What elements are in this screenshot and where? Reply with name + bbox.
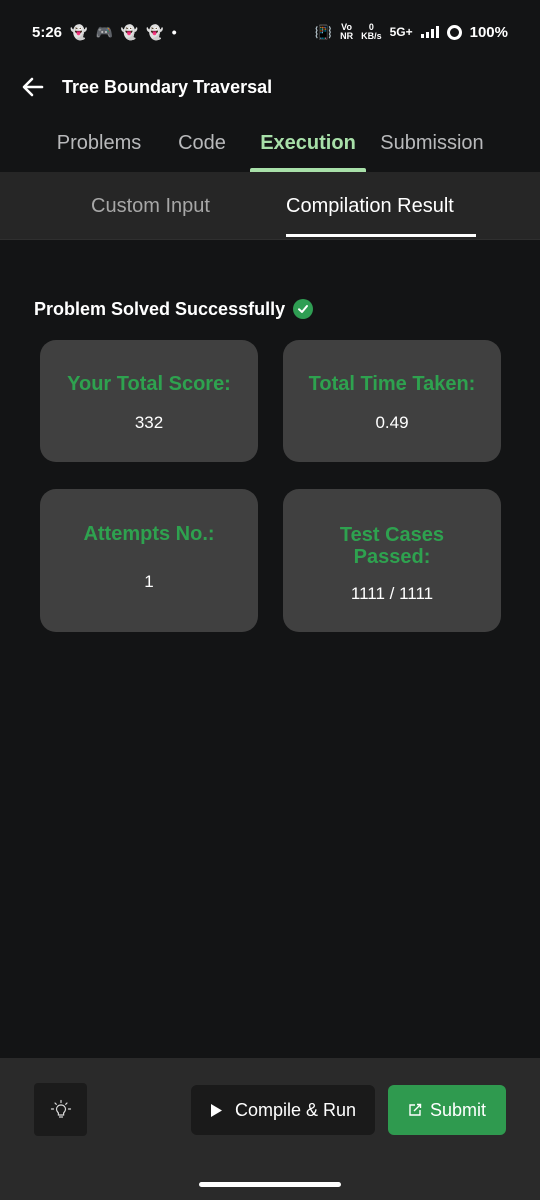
test-cases-card: Test Cases Passed: 1111 / 1111 (283, 489, 501, 632)
subtab-custom-input[interactable]: Custom Input (91, 172, 210, 240)
score-value: 332 (134, 413, 164, 432)
tab-code[interactable]: Code (172, 114, 232, 172)
app-header: Tree Boundary Traversal (0, 64, 540, 110)
back-arrow-icon[interactable] (20, 74, 46, 100)
play-icon (210, 1103, 222, 1117)
submit-button[interactable]: Submit (388, 1085, 506, 1135)
battery-icon (446, 24, 462, 40)
page-title: Tree Boundary Traversal (62, 76, 273, 97)
discord-notification-icon: 🎮 (95, 24, 113, 40)
status-bar: 5:26 👻 🎮 👻 👻 • 📳 Vo NR 0 KB/s 5G+ 100% (0, 0, 540, 64)
snapchat-notification-icon: 👻 (70, 24, 88, 40)
time-label: Total Time Taken: (308, 373, 476, 395)
network-type: 5G+ (389, 25, 413, 39)
tab-submission[interactable]: Submission (372, 114, 492, 172)
clock: 5:26 (32, 23, 63, 41)
compile-run-label: Compile & Run (234, 1099, 357, 1120)
time-card: Total Time Taken: 0.49 (283, 340, 501, 462)
sub-tabs: Custom Input Compilation Result (0, 172, 540, 240)
attempts-card: Attempts No.: 1 (40, 489, 258, 632)
score-card: Your Total Score: 332 (40, 340, 258, 462)
success-message-text: Problem Solved Successfully (34, 298, 286, 319)
lightbulb-icon (50, 1099, 71, 1118)
check-circle-icon (293, 299, 314, 319)
network-speed: 0 KB/s (361, 23, 382, 41)
volte-indicator: Vo NR (340, 23, 353, 41)
network-speed-unit: KB/s (361, 31, 382, 41)
active-subtab-indicator (286, 234, 476, 237)
success-message: Problem Solved Successfully (34, 294, 314, 324)
snapchat-notification-icon: 👻 (120, 24, 139, 40)
attempts-label: Attempts No.: (83, 523, 215, 545)
test-cases-label: Test Cases Passed: (339, 524, 445, 568)
bottom-action-bar: Compile & Run Submit (0, 1058, 540, 1200)
time-value: 0.49 (375, 413, 409, 432)
battery-percent: 100% (469, 23, 508, 41)
submit-label: Submit (429, 1099, 487, 1120)
signal-icon (420, 26, 439, 38)
snapchat-notification-icon: 👻 (146, 24, 164, 40)
tab-problems[interactable]: Problems (48, 114, 150, 172)
submit-icon (409, 1103, 422, 1116)
score-label: Your Total Score: (67, 373, 231, 395)
tab-execution[interactable]: Execution (250, 114, 366, 172)
compile-run-button[interactable]: Compile & Run (191, 1085, 375, 1135)
vibrate-icon: 📳 (314, 24, 333, 40)
subtab-compilation-result[interactable]: Compilation Result (286, 172, 454, 240)
attempts-value: 1 (144, 572, 154, 591)
home-indicator[interactable] (199, 1182, 341, 1187)
more-notifications-dot-icon: • (171, 24, 177, 40)
volte-bottom: NR (340, 31, 354, 41)
test-cases-value: 1111 / 1111 (350, 584, 434, 603)
main-tabs: Problems Code Execution Submission (0, 114, 540, 172)
hint-button[interactable] (34, 1083, 87, 1136)
